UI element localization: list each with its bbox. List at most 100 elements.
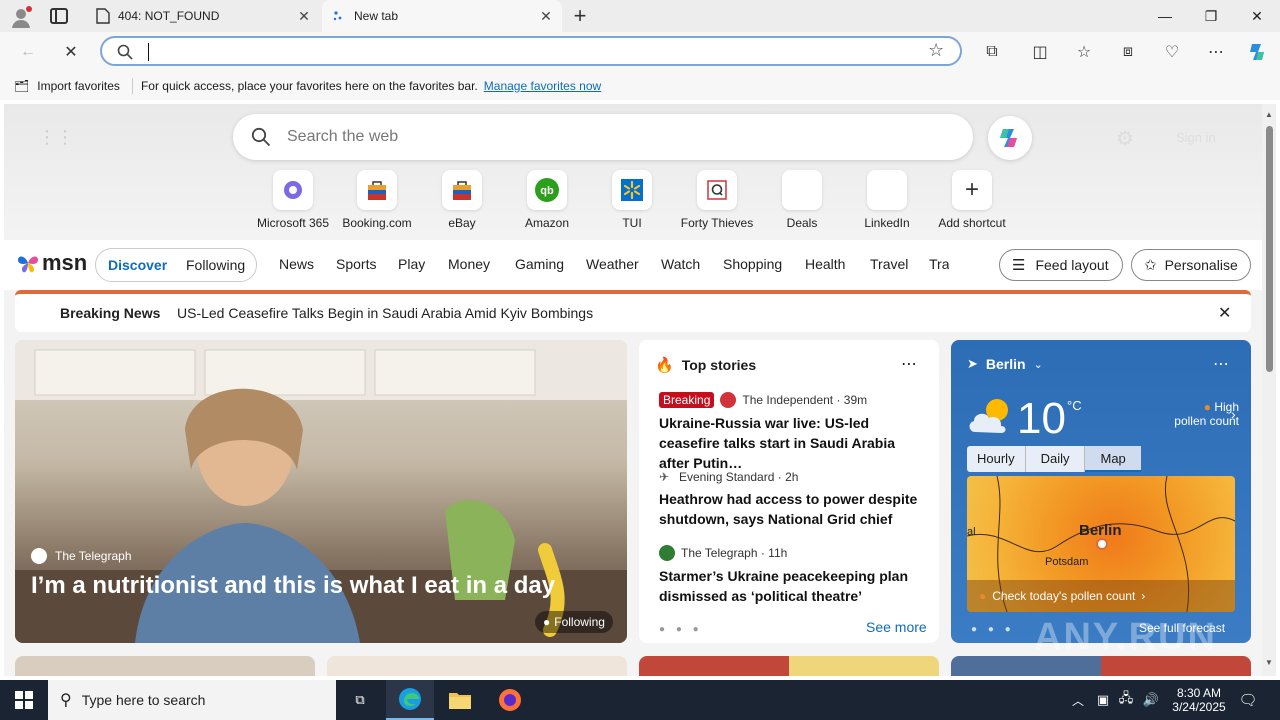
hero-headline[interactable]: I’m a nutritionist and this is what I ea… xyxy=(31,572,555,600)
nav-traffic[interactable]: Tra xyxy=(929,256,949,272)
hero-article-card[interactable]: The Telegraph I’m a nutritionist and thi… xyxy=(15,340,627,643)
close-tab-icon[interactable]: ✕ xyxy=(538,8,554,25)
feed-card-peek[interactable] xyxy=(327,656,627,676)
more-options-icon[interactable]: ⋯ xyxy=(1202,38,1230,66)
close-tab-icon[interactable]: ✕ xyxy=(296,8,312,25)
tab-hourly[interactable]: Hourly xyxy=(967,446,1026,472)
feed-card-peek[interactable] xyxy=(951,656,1251,676)
split-screen-icon[interactable]: ◫ xyxy=(1026,38,1054,66)
copilot-button[interactable] xyxy=(988,116,1032,160)
chevron-right-icon[interactable]: › xyxy=(1231,406,1236,422)
shortcut-ebay[interactable]: eBay xyxy=(420,170,504,230)
show-hidden-icons-icon[interactable]: ︿ xyxy=(1068,680,1088,720)
favorite-star-icon[interactable]: ☆ xyxy=(928,40,944,61)
nav-gaming[interactable]: Gaming xyxy=(515,256,564,272)
address-input[interactable] xyxy=(148,43,151,61)
following-tab[interactable]: Following xyxy=(186,257,245,273)
hero-following-badge[interactable]: ● Following xyxy=(535,611,613,633)
import-favorites-icon[interactable]: 🗂 xyxy=(14,79,29,93)
shortcut-linkedin[interactable]: LinkedIn xyxy=(845,170,929,230)
apps-launcher-icon[interactable]: ⋮⋮ xyxy=(38,128,74,146)
weather-city[interactable]: Berlin xyxy=(986,356,1026,372)
see-more-link[interactable]: See more xyxy=(866,619,927,635)
pollen-map[interactable]: Berlin Potsdam al ● Check today's pollen… xyxy=(967,476,1235,612)
scroll-up-arrow[interactable]: ▲ xyxy=(1265,110,1273,119)
more-options-icon[interactable]: ⋯ xyxy=(901,354,917,374)
new-tab-icon[interactable]: + xyxy=(570,4,590,28)
close-banner-icon[interactable]: ✕ xyxy=(1218,303,1231,323)
shortcut-deals[interactable]: Deals xyxy=(760,170,844,230)
shortcut-microsoft-365[interactable]: Microsoft 365 xyxy=(251,170,335,230)
settings-gear-icon[interactable]: ⚙ xyxy=(1116,126,1134,151)
shortcut-booking[interactable]: Booking.com xyxy=(335,170,419,230)
copilot-icon[interactable] xyxy=(1244,38,1272,66)
feed-card-peek[interactable] xyxy=(639,656,939,676)
network-icon[interactable]: 🖧 xyxy=(1116,680,1136,720)
restore-icon[interactable]: ❐ xyxy=(1188,0,1234,32)
story-item[interactable]: ✈ Evening Standard · 2h Heathrow had acc… xyxy=(659,470,929,529)
discover-tab[interactable]: Discover xyxy=(108,257,167,273)
import-favorites-button[interactable]: Import favorites xyxy=(37,79,120,93)
start-button[interactable] xyxy=(0,680,48,720)
carousel-dots[interactable]: ● ● ● xyxy=(659,624,703,635)
file-explorer-icon[interactable] xyxy=(436,680,484,720)
pollen-count-link[interactable]: ● Check today's pollen count › xyxy=(967,580,1235,612)
scroll-down-arrow[interactable]: ▼ xyxy=(1265,658,1273,667)
more-options-icon[interactable]: ⋯ xyxy=(1213,354,1229,374)
close-window-icon[interactable]: ✕ xyxy=(1234,0,1280,32)
page-scrollbar[interactable]: ▲ ▼ xyxy=(1262,104,1276,676)
nav-watch[interactable]: Watch xyxy=(661,256,700,272)
shortcut-tui[interactable]: TUI xyxy=(590,170,674,230)
tab-404[interactable]: 404: NOT_FOUND ✕ xyxy=(86,0,320,32)
manage-favorites-link[interactable]: Manage favorites now xyxy=(484,79,601,93)
breaking-news-text[interactable]: US-Led Ceasefire Talks Begin in Saudi Ar… xyxy=(177,305,593,321)
nav-weather[interactable]: Weather xyxy=(586,256,639,272)
add-shortcut-button[interactable]: + Add shortcut xyxy=(930,170,1014,230)
extensions-icon[interactable]: ⧉ xyxy=(978,38,1006,66)
nav-travel[interactable]: Travel xyxy=(870,256,908,272)
profile-avatar[interactable] xyxy=(10,6,32,28)
personalise-button[interactable]: ✩ Personalise xyxy=(1131,249,1251,281)
nav-news[interactable]: News xyxy=(279,256,314,272)
nav-money[interactable]: Money xyxy=(448,256,490,272)
firefox-icon[interactable] xyxy=(486,680,534,720)
nav-play[interactable]: Play xyxy=(398,256,425,272)
clock[interactable]: 8:30 AM 3/24/2025 xyxy=(1166,680,1232,720)
edge-taskbar-icon[interactable] xyxy=(386,680,434,720)
weather-unit[interactable]: °C xyxy=(1067,398,1082,413)
stop-loading-icon[interactable]: ✕ xyxy=(57,38,85,66)
chevron-down-icon[interactable]: ⌄ xyxy=(1034,358,1043,371)
story-headline[interactable]: Heathrow had access to power despite shu… xyxy=(659,489,929,529)
tab-new-tab[interactable]: New tab ✕ xyxy=(322,0,562,32)
task-view-icon[interactable]: ⧉ xyxy=(336,680,384,720)
shortcut-forty-thieves[interactable]: Forty Thieves xyxy=(675,170,759,230)
story-item[interactable]: The Telegraph · 11h Starmer’s Ukraine pe… xyxy=(659,545,929,606)
device-icon[interactable]: ▣ xyxy=(1094,680,1112,720)
web-search-box[interactable]: Search the web xyxy=(233,114,973,160)
scroll-thumb[interactable] xyxy=(1266,126,1273,372)
shortcut-amazon[interactable]: qb Amazon xyxy=(505,170,589,230)
web-search-placeholder[interactable]: Search the web xyxy=(287,128,398,146)
breaking-news-banner[interactable]: Breaking News US-Led Ceasefire Talks Beg… xyxy=(15,290,1251,332)
carousel-dots[interactable]: ● ● ● xyxy=(971,624,1015,635)
browser-essentials-icon[interactable]: ♡ xyxy=(1158,38,1186,66)
weather-card[interactable]: ➤ Berlin ⌄ ⋯ 10 °C ● High pollen count ›… xyxy=(951,340,1251,643)
taskbar-search-box[interactable]: ⚲ Type here to search xyxy=(48,680,336,720)
feed-card-peek[interactable] xyxy=(15,656,315,676)
feed-layout-button[interactable]: ☰ Feed layout xyxy=(999,249,1123,281)
pollen-indicator[interactable]: ● High pollen count xyxy=(1151,400,1239,428)
story-headline[interactable]: Starmer’s Ukraine peacekeeping plan dism… xyxy=(659,566,929,606)
nav-health[interactable]: Health xyxy=(805,256,845,272)
msn-logo[interactable]: msn xyxy=(16,250,87,276)
minimize-icon[interactable]: — xyxy=(1142,0,1188,32)
story-item[interactable]: Breaking The Independent · 39m Ukraine-R… xyxy=(659,392,929,473)
tab-actions-icon[interactable] xyxy=(50,8,68,24)
favorites-icon[interactable]: ☆ xyxy=(1070,38,1098,66)
collections-icon[interactable]: ⧈ xyxy=(1114,38,1142,66)
tab-map[interactable]: Map xyxy=(1085,446,1141,472)
notifications-icon[interactable]: 🗨 xyxy=(1234,680,1262,720)
address-bar[interactable]: ☆ xyxy=(100,36,962,66)
tab-daily[interactable]: Daily xyxy=(1026,446,1086,472)
story-headline[interactable]: Ukraine-Russia war live: US-led ceasefir… xyxy=(659,413,929,473)
volume-icon[interactable]: 🔊 xyxy=(1140,680,1162,720)
